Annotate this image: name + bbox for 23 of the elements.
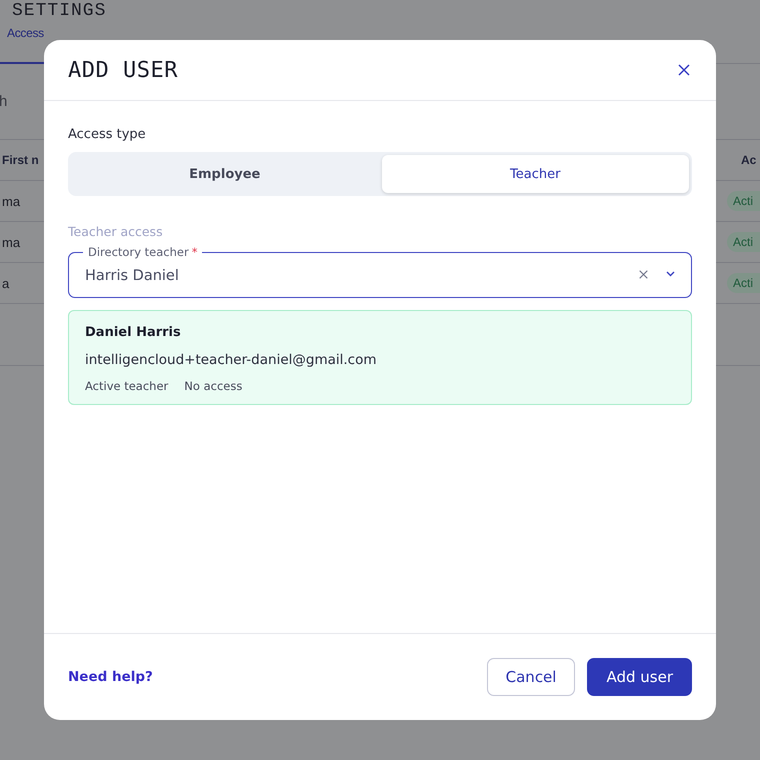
- dialog-title: ADD USER: [68, 58, 178, 82]
- clear-icon[interactable]: [637, 268, 650, 280]
- teacher-email: intelligencloud+teacher-daniel@gmail.com: [85, 352, 376, 368]
- add-user-button[interactable]: Add user: [587, 658, 692, 696]
- close-icon[interactable]: [676, 62, 692, 78]
- field-label: Directory teacher: [88, 245, 189, 259]
- status-tag: No access: [184, 379, 242, 393]
- status-tag: Active teacher: [85, 379, 168, 393]
- column-header: Ac: [741, 153, 756, 167]
- status-badge: Acti: [727, 232, 760, 252]
- teacher-name: Daniel Harris: [85, 325, 181, 340]
- segment-option[interactable]: Teacher: [382, 155, 689, 193]
- status-badge: Acti: [727, 273, 760, 293]
- help-link[interactable]: Need help?: [68, 669, 153, 685]
- search-field[interactable]: h: [0, 93, 29, 110]
- select-field[interactable]: Directory teacher * Harris Daniel: [68, 245, 692, 298]
- section-label: Teacher access: [68, 224, 163, 239]
- status-badge: Acti: [727, 191, 760, 211]
- field-label: Access type: [68, 127, 146, 142]
- required-mark: *: [192, 245, 198, 259]
- chevron-down-icon[interactable]: [666, 271, 675, 277]
- page-title: SETTINGS: [12, 0, 106, 23]
- cancel-button[interactable]: Cancel: [486, 658, 576, 696]
